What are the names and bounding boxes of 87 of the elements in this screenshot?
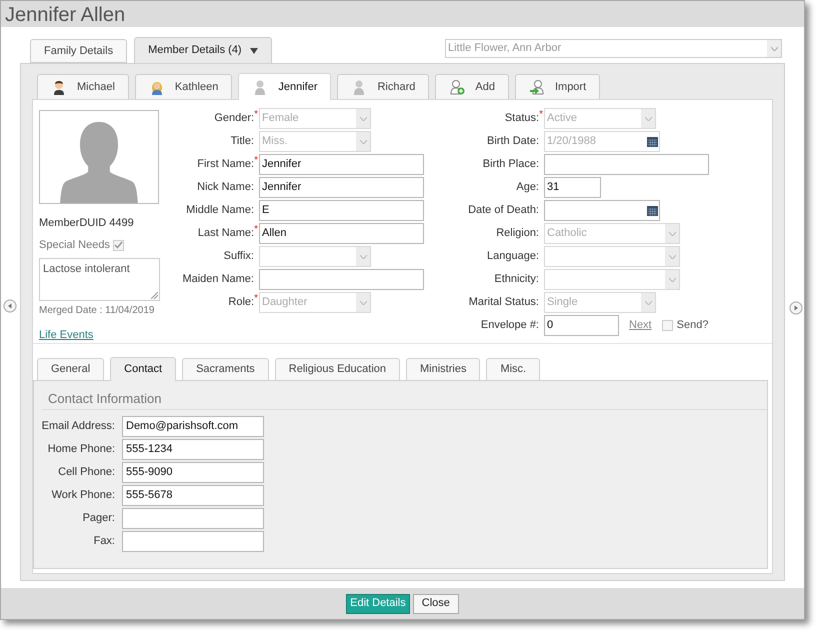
field-label: Home Phone: xyxy=(48,442,115,457)
person-add-icon xyxy=(449,79,466,95)
field-label: Work Phone: xyxy=(52,488,115,503)
section-heading: Contact Information xyxy=(48,391,162,406)
calendar-icon[interactable] xyxy=(646,205,658,216)
resize-grip-icon[interactable] xyxy=(151,292,158,298)
field-label: Maiden Name: xyxy=(182,272,254,288)
required-marker: * xyxy=(539,110,543,120)
field-label: Pager: xyxy=(82,510,115,526)
merged-date-text: Merged Date : 11/04/2019 xyxy=(39,304,154,318)
field-label: First Name: xyxy=(197,158,254,172)
member-tab[interactable]: Add xyxy=(435,74,509,100)
field-label: Religion: xyxy=(496,226,539,242)
input-field[interactable] xyxy=(259,269,424,290)
input-field[interactable]: 0 xyxy=(544,315,619,336)
chevron-icon xyxy=(644,300,652,304)
special-needs-checkbox[interactable] xyxy=(112,240,124,251)
input-field[interactable]: E xyxy=(259,200,424,221)
field-label: Status: xyxy=(504,112,540,126)
input-field[interactable]: Allen xyxy=(259,223,424,244)
field-label: Gender: xyxy=(214,112,254,126)
field-label: Email Address: xyxy=(42,418,115,434)
man-icon xyxy=(51,79,67,95)
input-field[interactable] xyxy=(544,154,709,175)
field-label: Fax: xyxy=(94,534,115,549)
date-field[interactable] xyxy=(544,200,660,221)
window-title: Jennifer Allen xyxy=(5,3,126,27)
input-field[interactable]: Demo@parishsoft.com xyxy=(122,416,264,436)
member-tab[interactable]: Michael xyxy=(37,74,129,100)
field-label: Role: xyxy=(228,296,254,310)
input-field[interactable]: 31 xyxy=(544,177,601,198)
life-events-link[interactable]: Life Events xyxy=(39,326,94,343)
close-button[interactable]: Close xyxy=(412,594,459,614)
field-label: Birth Date: xyxy=(487,134,539,150)
field-label: Cell Phone: xyxy=(58,464,115,480)
field-label: Date of Death: xyxy=(468,203,539,218)
input-field[interactable] xyxy=(122,530,264,552)
chevron-icon xyxy=(668,278,676,282)
tab[interactable]: Contact xyxy=(110,357,176,381)
field-label: Language: xyxy=(487,249,539,264)
dropdown-caret-icon xyxy=(250,48,258,54)
field-label: Suffix: xyxy=(224,249,254,264)
field-label: Title: xyxy=(230,134,254,150)
field-label: Nick Name: xyxy=(197,180,254,196)
chevron-icon xyxy=(360,140,366,144)
input-field[interactable]: Jennifer xyxy=(259,154,424,175)
field-label: Birth Place: xyxy=(482,157,539,172)
input-field[interactable] xyxy=(122,508,264,528)
send-label: Send? xyxy=(676,318,708,334)
special-needs-label: Special Needs xyxy=(39,238,110,253)
chevron-icon xyxy=(668,232,676,236)
notes-field[interactable]: Lactose intolerant xyxy=(39,258,160,300)
tab[interactable]: Ministries xyxy=(406,358,480,381)
input-field[interactable]: 555-9090 xyxy=(122,462,264,482)
tab[interactable]: Family Details xyxy=(30,39,128,63)
member-tab[interactable]: Jennifer xyxy=(238,73,332,100)
input-field[interactable]: 555-5678 xyxy=(122,484,264,506)
person-import-icon xyxy=(528,79,545,95)
member-tab[interactable]: Import xyxy=(514,74,600,100)
chevron-icon xyxy=(644,116,652,120)
tab[interactable]: Misc. xyxy=(486,358,540,381)
required-marker: * xyxy=(254,225,258,236)
chevron-icon xyxy=(360,300,366,304)
chevron-icon xyxy=(360,254,366,258)
required-marker: * xyxy=(254,294,258,304)
field-label: Age: xyxy=(516,180,539,196)
tab[interactable]: Sacraments xyxy=(182,358,269,381)
input-field[interactable]: Jennifer xyxy=(259,177,424,198)
tab[interactable]: Member Details (4) xyxy=(134,37,272,63)
field-label: Ethnicity: xyxy=(494,272,539,288)
chevron-icon xyxy=(770,46,778,50)
chevron-icon xyxy=(668,254,676,258)
field-label: Middle Name: xyxy=(186,203,254,218)
member-tab[interactable]: Richard xyxy=(337,74,430,100)
required-marker: * xyxy=(254,156,258,166)
chevron-icon xyxy=(360,116,366,120)
field-label: Marital Status: xyxy=(468,295,539,310)
required-marker: * xyxy=(254,110,258,120)
tab[interactable]: General xyxy=(37,358,104,381)
member-tab[interactable]: Kathleen xyxy=(134,74,232,100)
send-checkbox[interactable] xyxy=(662,320,673,331)
next-link[interactable]: Next xyxy=(629,317,652,334)
field-label: Last Name: xyxy=(198,227,254,242)
tab[interactable]: Religious Education xyxy=(274,358,400,381)
field-label: Envelope #: xyxy=(480,318,539,334)
member-id-text: MemberDUID 4499 xyxy=(39,216,135,232)
input-field[interactable]: 555-1234 xyxy=(122,438,264,460)
